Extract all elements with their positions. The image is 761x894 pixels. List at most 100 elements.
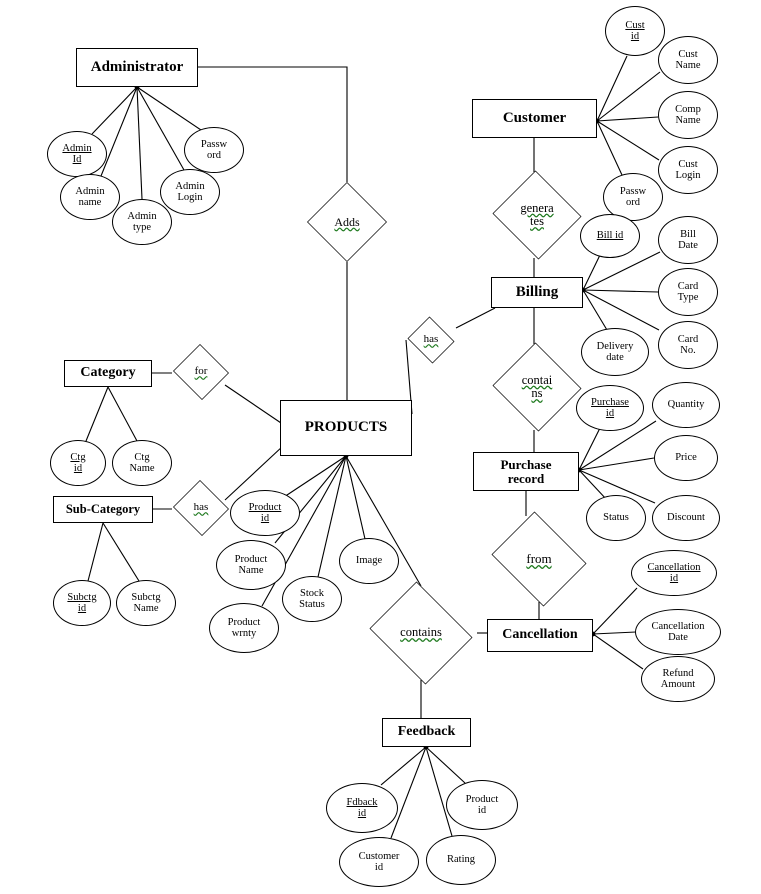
attribute-label-feedback_product_id: Product id [465, 793, 499, 816]
attribute-admin_name[interactable]: Admin name [60, 174, 120, 220]
attribute-label-delivery_date: Delivery date [596, 340, 634, 363]
attribute-label-quantity: Quantity [667, 399, 705, 411]
connector-cancellation-refund_amount [592, 633, 644, 670]
attribute-cust_name[interactable]: Cust Name [658, 36, 718, 84]
connector-billing-bill_id [582, 254, 601, 291]
attribute-label-bill_id: Bill id [596, 230, 624, 242]
connector-cancellation-cancellation_id [592, 587, 638, 635]
entity-customer[interactable]: Customer [472, 99, 597, 138]
attribute-label-cust_password: Passw ord [619, 185, 647, 208]
attribute-card_no[interactable]: Card No. [658, 321, 718, 369]
relationship-label-contains: contai ns [521, 372, 553, 400]
relationship-has_subcat_products[interactable]: has [172, 480, 230, 536]
connector-category-ctg_id [85, 386, 109, 442]
er-diagram-canvas: Administrator Customer Billing Purchase reco… [0, 0, 761, 894]
relationship-adds[interactable]: Adds [307, 182, 387, 262]
attribute-label-product_name: Product Name [234, 553, 268, 576]
connector-admin-admin_type [136, 86, 143, 200]
attribute-status[interactable]: Status [586, 495, 646, 541]
attribute-image[interactable]: Image [339, 538, 399, 584]
attribute-refund_amount[interactable]: Refund Amount [641, 656, 715, 702]
attribute-admin_login[interactable]: Admin Login [160, 169, 220, 215]
entity-billing[interactable]: Billing [491, 277, 583, 308]
attribute-admin_password[interactable]: Passw ord [184, 127, 244, 173]
connector-feedback-rating [425, 746, 453, 837]
attribute-fdback_id[interactable]: Fdback id [326, 783, 398, 833]
attribute-cancellation_date[interactable]: Cancellation Date [635, 609, 721, 655]
connector-admin-admin_login [136, 86, 185, 171]
attribute-product_id[interactable]: Product id [230, 490, 300, 536]
attribute-cust_login[interactable]: Cust Login [658, 146, 718, 194]
entity-label-billing: Billing [515, 283, 559, 300]
connector-subcat-subctg_name [102, 522, 140, 582]
entity-feedback[interactable]: Feedback [382, 718, 471, 747]
relationship-label-has_products_billing: has [423, 333, 439, 346]
attribute-label-price: Price [675, 452, 697, 464]
attribute-quantity[interactable]: Quantity [652, 382, 720, 428]
connector-feedback-product_id [425, 746, 466, 784]
attribute-label-subctg_name: Subctg Name [131, 591, 161, 614]
attribute-cancellation_id[interactable]: Cancellation id [631, 550, 717, 596]
attribute-ctg_id[interactable]: Ctg id [50, 440, 106, 486]
attribute-label-comp_name: Comp Name [675, 103, 701, 126]
attribute-delivery_date[interactable]: Delivery date [581, 328, 649, 376]
attribute-product_name[interactable]: Product Name [216, 540, 286, 590]
attribute-label-status: Status [603, 512, 629, 524]
connector-feedback-customer_id [390, 746, 427, 839]
connector-admin-admin_id [91, 86, 138, 135]
connector-has_billing-billing [455, 307, 496, 329]
attribute-label-stock_status: Stock Status [299, 587, 325, 610]
relationship-for[interactable]: for [172, 344, 230, 400]
attribute-label-cancellation_date: Cancellation Date [651, 620, 705, 643]
relationship-generates[interactable]: genera tes [491, 170, 583, 260]
entity-purchase_record[interactable]: Purchase record [473, 452, 579, 491]
attribute-cust_id[interactable]: Cust id [605, 6, 665, 56]
connector-admin-admin_name [100, 86, 138, 177]
entity-label-customer: Customer [502, 109, 567, 126]
entity-sub_category[interactable]: Sub-Category [53, 496, 153, 523]
relationship-from[interactable]: from [487, 511, 591, 607]
entity-category[interactable]: Category [64, 360, 152, 387]
connector-customer-comp_name [596, 116, 659, 122]
relationship-label-for: for [194, 365, 208, 378]
connector-purchase-status [578, 469, 608, 501]
attribute-purchase_id[interactable]: Purchase id [576, 385, 644, 431]
attribute-admin_type[interactable]: Admin type [112, 199, 172, 245]
connector-category-ctg_name [107, 386, 138, 442]
attribute-discount[interactable]: Discount [652, 495, 720, 541]
attribute-ctg_name[interactable]: Ctg Name [112, 440, 172, 486]
relationship-label-has_subcat_products: has [193, 501, 209, 514]
attribute-product_wrnty[interactable]: Product wrnty [209, 603, 279, 653]
entity-products[interactable]: PRODUCTS [280, 400, 412, 456]
attribute-bill_date[interactable]: Bill Date [658, 216, 718, 264]
attribute-rating[interactable]: Rating [426, 835, 496, 885]
entity-label-feedback: Feedback [397, 724, 456, 740]
entity-label-purchase_record: Purchase record [500, 456, 552, 486]
attribute-label-bill_date: Bill Date [678, 228, 698, 251]
connector-billing-bill_date [582, 251, 661, 291]
entity-cancellation[interactable]: Cancellation [487, 619, 593, 652]
attribute-admin_id[interactable]: Admin Id [47, 131, 107, 177]
attribute-subctg_id[interactable]: Subctg id [53, 580, 111, 626]
entity-administrator[interactable]: Administrator [76, 48, 198, 87]
entity-label-administrator: Administrator [90, 58, 184, 75]
attribute-label-purchase_id: Purchase id [591, 396, 629, 419]
attribute-label-product_wrnty: Product wrnty [227, 616, 261, 639]
connector-cancellation-cancellation_date [592, 631, 637, 635]
attribute-stock_status[interactable]: Stock Status [282, 576, 342, 622]
attribute-subctg_name[interactable]: Subctg Name [116, 580, 176, 626]
relationship-label-generates: genera tes [520, 200, 554, 228]
connector-customer-cust_id [596, 55, 628, 122]
attribute-bill_id[interactable]: Bill id [580, 214, 640, 258]
attribute-label-cust_login: Cust Login [675, 158, 701, 181]
attribute-card_type[interactable]: Card Type [658, 268, 718, 316]
attribute-feedback_customer_id[interactable]: Customer id [339, 837, 419, 887]
relationship-contains_feedback[interactable]: contains [365, 581, 477, 685]
attribute-feedback_product_id[interactable]: Product id [446, 780, 518, 830]
relationship-has_products_billing[interactable]: has [406, 316, 456, 364]
relationship-contains[interactable]: contai ns [491, 342, 583, 432]
relationship-label-contains_feedback: contains [400, 625, 442, 640]
connector-purchase-price [578, 457, 655, 471]
attribute-comp_name[interactable]: Comp Name [658, 91, 718, 139]
attribute-price[interactable]: Price [654, 435, 718, 481]
